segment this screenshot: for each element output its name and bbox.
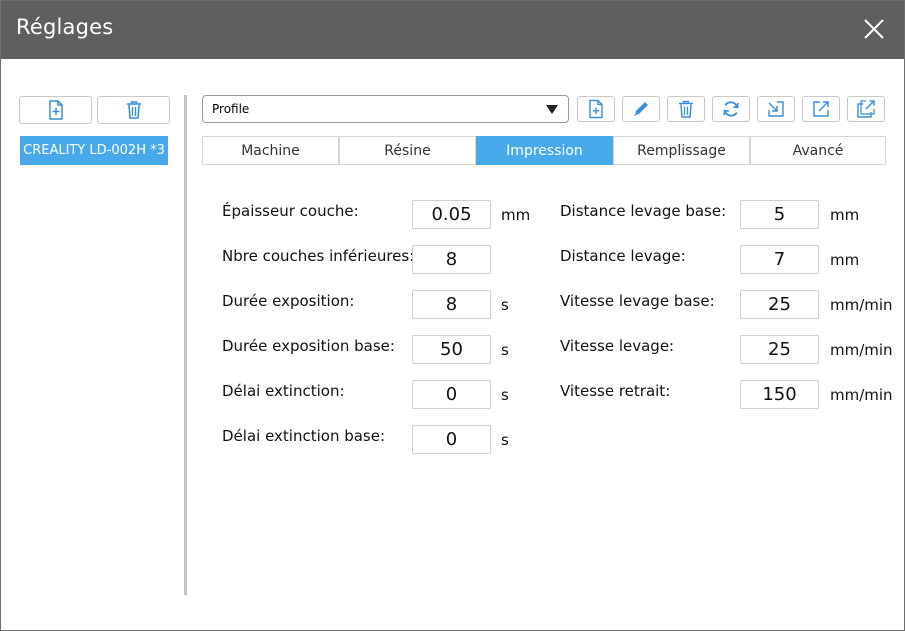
delete-preset-button[interactable] [97,96,170,124]
export-all-icon [857,100,875,118]
lift-speed-unit: mm/min [830,341,893,359]
window-title: Réglages [16,15,114,39]
import-profile-button[interactable] [757,96,795,122]
tab-machine[interactable]: Machine [202,136,339,165]
title-bar: Réglages [1,1,904,59]
settings-window: Réglages CREALITY LD-002H *3 Profile Mac… [0,0,905,631]
lift-speed-input[interactable]: 25 [740,335,819,364]
exposure-time-input[interactable]: 8 [412,290,491,319]
edit-profile-button[interactable] [622,96,660,122]
new-profile-button[interactable] [577,96,615,122]
light-off-delay-input[interactable]: 0 [412,380,491,409]
lift-distance-unit: mm [830,251,860,269]
retract-speed-input[interactable]: 150 [740,380,819,409]
export-profile-button[interactable] [802,96,840,122]
export-icon [813,101,829,117]
bottom-light-off-delay-label: Délai extinction base: [222,427,386,445]
bottom-exposure-input[interactable]: 50 [412,335,491,364]
bottom-layers-label: Nbre couches inférieures: [222,247,415,265]
close-icon [864,19,884,39]
retract-speed-label: Vitesse retrait: [560,382,671,400]
trash-icon [679,100,693,118]
delete-profile-button[interactable] [667,96,705,122]
tab-remplissage[interactable]: Remplissage [613,136,750,165]
tab-impression[interactable]: Impression [476,136,613,165]
bottom-exposure-unit: s [501,341,509,359]
bottom-lift-speed-label: Vitesse levage base: [560,292,715,310]
file-add-icon [589,99,603,119]
pencil-icon [634,102,648,116]
refresh-icon [723,101,739,117]
exposure-time-unit: s [501,296,509,314]
preset-list-item[interactable]: CREALITY LD-002H *3 [20,136,168,165]
bottom-exposure-label: Durée exposition base: [222,337,395,355]
bottom-light-off-delay-input[interactable]: 0 [412,425,491,454]
light-off-delay-unit: s [501,386,509,404]
chevron-down-icon [546,105,558,114]
bottom-lift-speed-input[interactable]: 25 [740,290,819,319]
lift-distance-label: Distance levage: [560,247,686,265]
tab-avance[interactable]: Avancé [750,136,886,165]
add-preset-button[interactable] [19,96,92,124]
retract-speed-unit: mm/min [830,386,893,404]
bottom-light-off-delay-unit: s [501,431,509,449]
layer-thickness-input[interactable]: 0.05 [412,200,491,229]
exposure-time-label: Durée exposition: [222,292,355,310]
light-off-delay-label: Délai extinction: [222,382,345,400]
bottom-lift-distance-label: Distance levage base: [560,202,727,220]
layer-thickness-label: Épaisseur couche: [222,202,359,220]
import-icon [768,101,784,117]
bottom-lift-distance-unit: mm [830,206,860,224]
bottom-lift-speed-unit: mm/min [830,296,893,314]
lift-distance-input[interactable]: 7 [740,245,819,274]
close-button[interactable] [856,11,892,47]
refresh-profile-button[interactable] [712,96,750,122]
export-all-profiles-button[interactable] [847,96,885,122]
layer-thickness-unit: mm [501,206,531,224]
profile-select-value: Profile [212,102,250,116]
bottom-layers-input[interactable]: 8 [412,245,491,274]
trash-icon [126,101,141,119]
bottom-lift-distance-input[interactable]: 5 [740,200,819,229]
file-add-icon [48,100,63,120]
lift-speed-label: Vitesse levage: [560,337,675,355]
panel-divider[interactable] [184,95,187,595]
tab-resine[interactable]: Résine [339,136,476,165]
profile-select[interactable]: Profile [202,95,569,123]
